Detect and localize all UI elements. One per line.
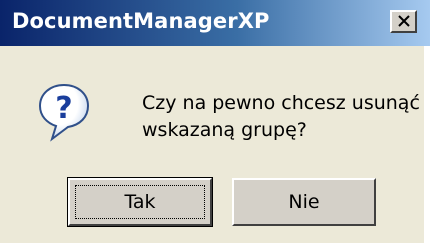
title-bar[interactable]: DocumentManagerXP (0, 0, 430, 46)
question-icon: ? (38, 82, 90, 142)
focus-rectangle (75, 185, 205, 219)
dialog-window: DocumentManagerXP ? Czy na pewno chcesz … (0, 0, 430, 243)
yes-button[interactable]: Tak (67, 177, 213, 227)
window-title: DocumentManagerXP (12, 9, 270, 33)
svg-text:?: ? (55, 91, 72, 126)
no-button-label: Nie (288, 191, 320, 213)
message-line-2: wskazaną grupę? (142, 119, 307, 141)
message-line-1: Czy na pewno chcesz usunąć (142, 92, 420, 114)
close-icon (398, 15, 410, 27)
close-button[interactable] (390, 10, 417, 33)
dialog-message: Czy na pewno chcesz usunąć wskazaną grup… (142, 90, 420, 144)
window-edge (424, 46, 430, 243)
no-button[interactable]: Nie (232, 178, 376, 226)
